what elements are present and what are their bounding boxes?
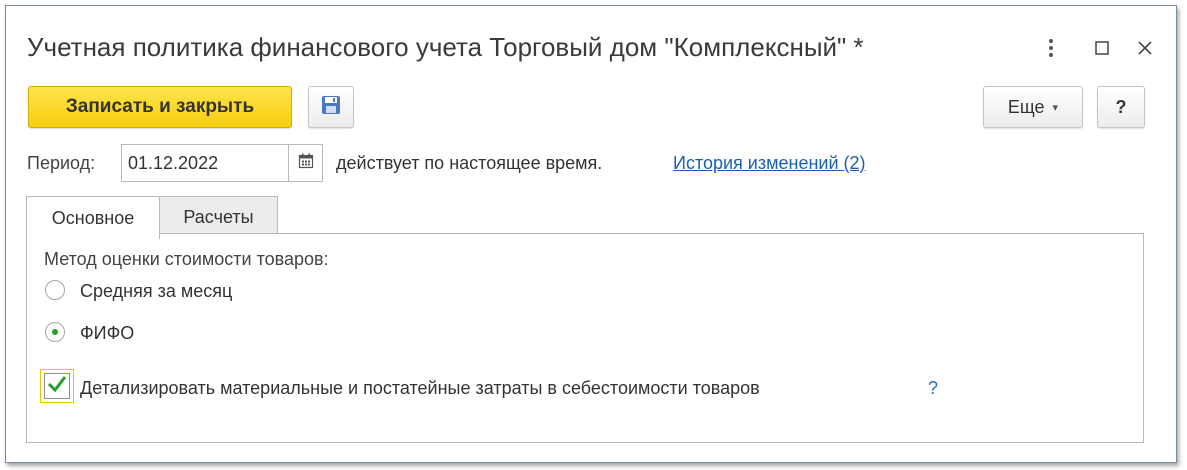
save-and-close-label: Записать и закрыть — [65, 96, 255, 117]
window-title: Учетная политика финансового учета Торго… — [27, 32, 864, 62]
period-date-input[interactable]: 01.12.2022 — [121, 144, 289, 182]
checkmark-icon — [47, 375, 67, 398]
floppy-disk-icon — [320, 94, 342, 121]
help-button[interactable]: ? — [1097, 86, 1145, 128]
period-status-text: действует по настоящее время. — [336, 153, 603, 173]
vertical-dots-icon[interactable] — [1037, 34, 1065, 62]
tab-main[interactable]: Основное — [26, 196, 160, 239]
radio-average-month[interactable] — [45, 280, 65, 300]
more-label: Еще — [1007, 96, 1045, 117]
option-average-month-label: Средняя за месяц — [80, 281, 233, 301]
radio-fifo[interactable] — [45, 322, 65, 342]
detail-costs-checkbox[interactable] — [40, 369, 74, 403]
maximize-icon[interactable] — [1088, 34, 1116, 62]
option-fifo-label: ФИФО — [80, 323, 135, 343]
calendar-icon — [298, 153, 314, 174]
detail-costs-label: Детализировать материальные и постатейны… — [80, 378, 760, 398]
calendar-button[interactable] — [289, 144, 323, 182]
dialog-window: Учетная политика финансового учета Торго… — [5, 5, 1177, 463]
detail-costs-help-icon[interactable]: ? — [928, 378, 938, 399]
chevron-down-icon: ▾ — [1052, 101, 1059, 114]
close-icon[interactable] — [1131, 34, 1159, 62]
save-button[interactable] — [308, 86, 354, 128]
period-label: Период: — [27, 153, 96, 173]
tab-calculations-label: Расчеты — [183, 206, 254, 227]
tab-main-label: Основное — [51, 207, 135, 228]
history-link[interactable]: История изменений (2) — [673, 153, 866, 174]
help-label: ? — [1115, 96, 1127, 117]
checkbox-box — [44, 373, 70, 399]
tab-calculations[interactable]: Расчеты — [159, 196, 278, 238]
more-button[interactable]: Еще ▾ — [983, 86, 1083, 128]
method-label: Метод оценки стоимости товаров: — [44, 249, 329, 269]
save-and-close-button[interactable]: Записать и закрыть — [28, 86, 292, 128]
